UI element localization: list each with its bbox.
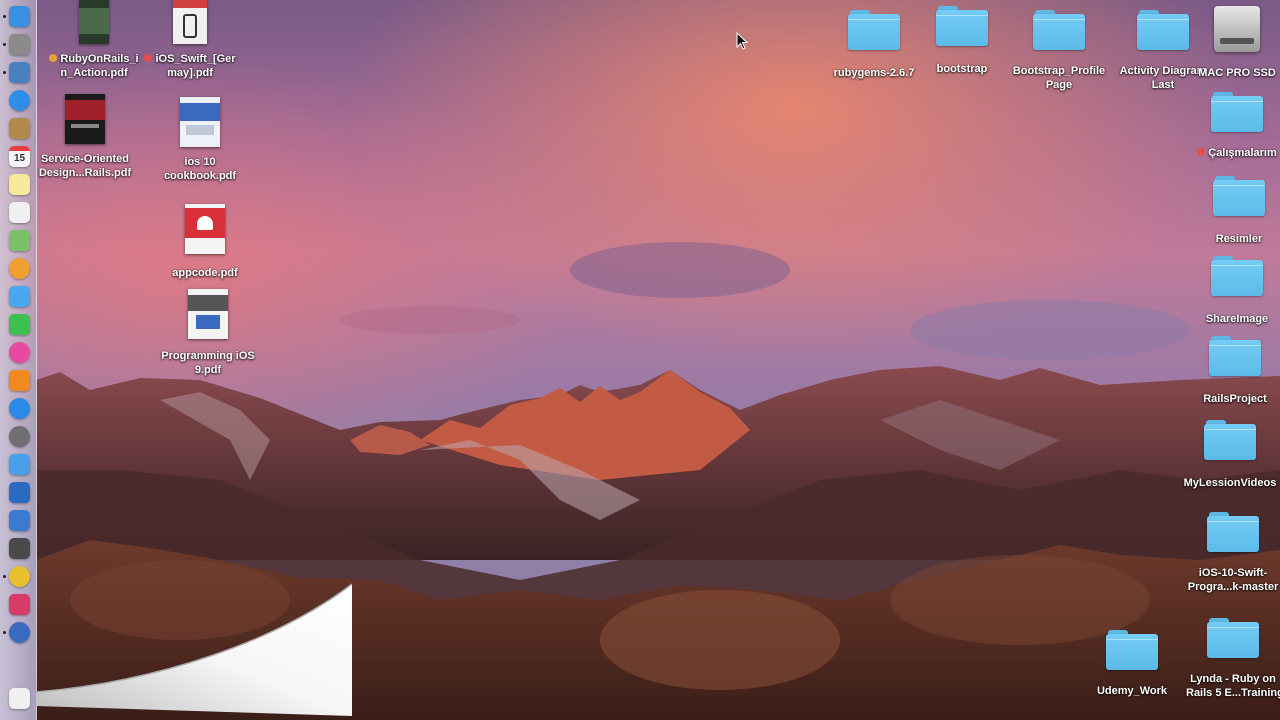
folder-label: Udemy_Work xyxy=(1096,685,1168,697)
desktop-folder-mylessionvideos[interactable]: MyLessionVideos xyxy=(1180,420,1280,490)
folder-label: Bootstrap_Profile Page xyxy=(1012,65,1106,91)
pdf-file-icon xyxy=(65,94,105,144)
folder-label: iOS-10-Swift- Progra...k-master xyxy=(1187,567,1279,593)
app-store-icon[interactable] xyxy=(9,398,30,419)
folder-icon xyxy=(1207,512,1259,552)
folder-icon xyxy=(936,6,988,46)
desktop-folder-udemy-work[interactable]: Udemy_Work xyxy=(1084,630,1180,698)
itunes-icon[interactable] xyxy=(9,342,30,363)
desktop-file-appcode[interactable]: appcode.pdf xyxy=(155,204,255,280)
running-indicator xyxy=(3,15,6,18)
photos-icon[interactable] xyxy=(9,258,30,279)
desktop-file-ios-swift-germay[interactable]: iOS_Swift_[Ger may].pdf xyxy=(140,0,240,80)
twitter-icon[interactable] xyxy=(9,454,30,475)
calendar-icon[interactable]: 15 xyxy=(9,146,30,167)
quicktime-icon[interactable] xyxy=(9,622,30,643)
pdf-file-icon xyxy=(79,0,109,44)
dock: 15 xyxy=(0,0,37,720)
maps-icon[interactable] xyxy=(9,230,30,251)
desktop-folder-rubygems[interactable]: rubygems-2.6.7 xyxy=(824,10,924,80)
desktop-file-programming-ios-9[interactable]: Programming iOS 9.pdf xyxy=(158,289,258,377)
folder-icon xyxy=(1137,10,1189,50)
system-preferences-icon[interactable] xyxy=(9,426,30,447)
desktop-folder-resimler[interactable]: Resimler xyxy=(1194,176,1280,246)
desktop-file-rubyonrails-in-action[interactable]: RubyOnRails_i n_Action.pdf xyxy=(44,0,144,80)
finder-window-icon[interactable] xyxy=(9,688,30,709)
file-label: Programming iOS 9.pdf xyxy=(161,350,255,376)
file-label: ios 10 cookbook.pdf xyxy=(163,156,237,182)
orange-tag-icon xyxy=(49,54,58,62)
folder-label: Çalışmalarım xyxy=(1208,147,1277,159)
file-label: iOS_Swift_[Ger may].pdf xyxy=(155,53,236,79)
folder-label: rubygems-2.6.7 xyxy=(833,67,915,79)
preview-icon[interactable] xyxy=(9,62,30,83)
running-indicator xyxy=(3,575,6,578)
desktop-folder-calismalarim[interactable]: Çalışmalarım xyxy=(1194,92,1280,160)
drive-label: MAC PRO SSD xyxy=(1198,67,1276,79)
hard-drive-icon xyxy=(1214,6,1260,52)
folder-label: bootstrap xyxy=(936,63,988,75)
safari-icon[interactable] xyxy=(9,90,30,111)
folder-label: ShareImage xyxy=(1205,313,1269,325)
notes-icon[interactable] xyxy=(9,174,30,195)
desktop-folder-ios-10-swift-programming[interactable]: iOS-10-Swift- Progra...k-master xyxy=(1186,512,1280,594)
chrome-icon[interactable] xyxy=(9,566,30,587)
file-label: RubyOnRails_i n_Action.pdf xyxy=(60,53,139,79)
desktop-file-ios-10-cookbook[interactable]: ios 10 cookbook.pdf xyxy=(150,97,250,183)
folder-icon xyxy=(848,10,900,50)
pdf-file-icon xyxy=(173,0,207,44)
page-curl-overlay xyxy=(36,583,353,716)
mouse-pointer-icon xyxy=(736,32,748,50)
red-tag-icon xyxy=(144,54,153,62)
desktop-folder-shareimage[interactable]: ShareImage xyxy=(1192,256,1280,326)
file-label: appcode.pdf xyxy=(172,267,238,279)
folder-icon xyxy=(1033,10,1085,50)
folder-label: Lynda - Ruby on Rails 5 E...Training xyxy=(1186,673,1280,699)
folder-label: RailsProject xyxy=(1203,393,1267,405)
red-tag-icon xyxy=(1197,148,1206,156)
ibooks-icon[interactable] xyxy=(9,370,30,391)
pdf-file-icon xyxy=(188,289,228,339)
sublime-text-icon[interactable] xyxy=(9,538,30,559)
folder-icon xyxy=(1211,92,1263,132)
folder-icon xyxy=(1209,336,1261,376)
running-indicator xyxy=(3,71,6,74)
folder-icon xyxy=(1106,630,1158,670)
file-label: Service-Oriented Design...Rails.pdf xyxy=(38,153,132,179)
reminders-icon[interactable] xyxy=(9,202,30,223)
folder-icon xyxy=(1207,618,1259,658)
desktop-folder-bootstrap-profile-page[interactable]: Bootstrap_Profile Page xyxy=(1004,10,1114,92)
pdf-file-icon xyxy=(180,97,220,147)
xcode-icon[interactable] xyxy=(9,482,30,503)
desktop-folder-lynda-ruby-on-rails[interactable]: Lynda - Ruby on Rails 5 E...Training xyxy=(1186,618,1280,700)
running-indicator xyxy=(3,631,6,634)
calendar-date-label: 15 xyxy=(9,146,30,167)
facetime-icon[interactable] xyxy=(9,314,30,335)
finder-icon[interactable] xyxy=(9,6,30,27)
folder-icon xyxy=(1211,256,1263,296)
folder-icon xyxy=(1213,176,1265,216)
simulator-icon[interactable] xyxy=(9,510,30,531)
desktop-folder-bootstrap[interactable]: bootstrap xyxy=(912,6,1012,76)
folder-label: Resimler xyxy=(1215,233,1263,245)
rubymine-icon[interactable] xyxy=(9,594,30,615)
contacts-icon[interactable] xyxy=(9,118,30,139)
folder-icon xyxy=(1204,420,1256,460)
running-indicator xyxy=(3,43,6,46)
folder-label: MyLessionVideos xyxy=(1183,477,1277,489)
messages-icon[interactable] xyxy=(9,286,30,307)
desktop-file-service-oriented-design[interactable]: Service-Oriented Design...Rails.pdf xyxy=(34,94,136,180)
desktop-drive-mac-pro-ssd[interactable]: MAC PRO SSD xyxy=(1194,6,1280,80)
launchpad-icon[interactable] xyxy=(9,34,30,55)
pdf-file-icon xyxy=(185,204,225,254)
desktop-folder-railsproject[interactable]: RailsProject xyxy=(1190,336,1280,406)
